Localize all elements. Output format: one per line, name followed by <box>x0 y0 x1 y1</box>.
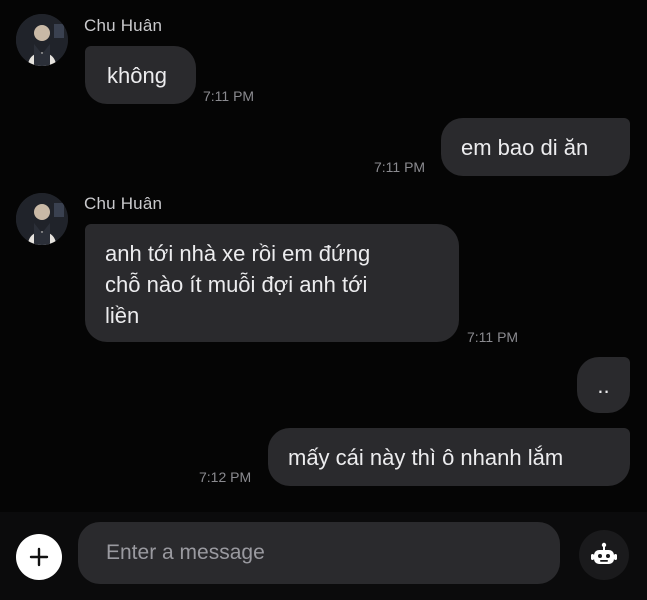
sender-name: Chu Huân <box>84 16 163 35</box>
message-bubble-incoming[interactable]: không <box>85 46 196 104</box>
message-input[interactable] <box>104 540 534 566</box>
message-bubble-outgoing[interactable]: .. <box>577 357 630 413</box>
message-input-container[interactable] <box>78 522 560 584</box>
robot-icon <box>591 542 617 564</box>
message-timestamp: 7:11 PM <box>203 88 255 104</box>
message-text-line: chỗ nào ít muỗi đợi anh tới <box>105 272 368 297</box>
add-attachment-button[interactable] <box>16 534 62 580</box>
plus-icon <box>29 547 49 567</box>
message-text: mấy cái này thì ô nhanh lắm <box>288 445 564 470</box>
avatar[interactable] <box>16 14 68 66</box>
message-text-line: liền <box>105 303 140 328</box>
message-list[interactable]: Chu Huân không 7:11 PM em bao di ăn 7:11… <box>0 0 647 512</box>
message-bubble-outgoing[interactable]: em bao di ăn <box>441 118 630 176</box>
message-timestamp: 7:11 PM <box>374 159 426 175</box>
sender-name: Chu Huân <box>84 194 163 213</box>
message-text: không <box>107 63 167 88</box>
avatar-photo-icon <box>16 14 68 66</box>
avatar[interactable] <box>16 193 68 245</box>
message-text: .. <box>597 373 610 398</box>
message-text: em bao di ăn <box>461 135 589 160</box>
chat-screen: Chu Huân không 7:11 PM em bao di ăn 7:11… <box>0 0 647 600</box>
message-timestamp: 7:12 PM <box>199 469 252 485</box>
message-text-line: anh tới nhà xe rồi em đứng <box>105 241 371 266</box>
message-composer <box>0 512 647 600</box>
avatar-photo-icon <box>16 193 68 245</box>
message-timestamp: 7:11 PM <box>467 329 519 345</box>
bot-button[interactable] <box>579 530 629 580</box>
message-bubble-incoming[interactable]: anh tới nhà xe rồi em đứng chỗ nào ít mu… <box>85 224 459 342</box>
message-bubble-outgoing[interactable]: mấy cái này thì ô nhanh lắm <box>268 428 630 486</box>
